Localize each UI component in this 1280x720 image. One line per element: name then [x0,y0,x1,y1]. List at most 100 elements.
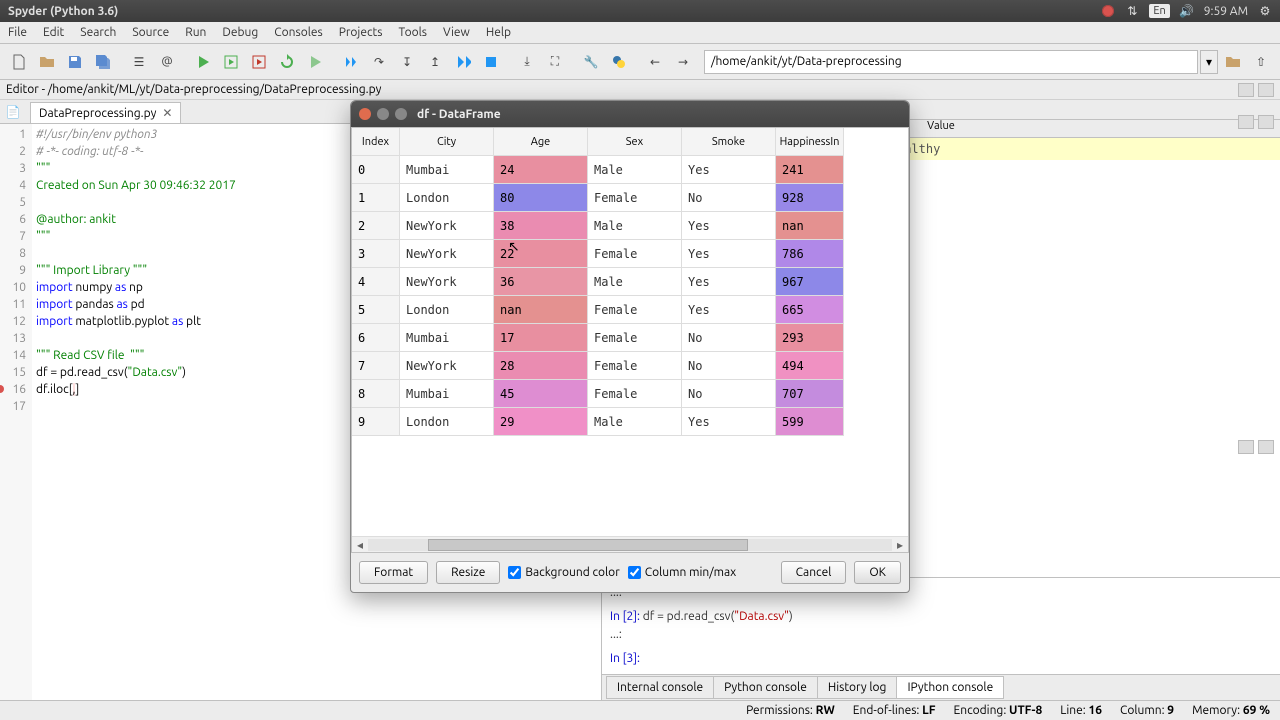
grid-cell[interactable]: Female [588,324,682,352]
grid-cell[interactable]: 0 [352,156,400,184]
forward-icon[interactable]: → [670,49,696,75]
grid-cell[interactable]: Male [588,268,682,296]
bg-color-checkbox[interactable]: Background color [508,566,619,579]
debug-stop-icon[interactable] [478,49,504,75]
grid-cell[interactable]: Female [588,296,682,324]
var-pane-opts-icon[interactable] [1238,115,1254,129]
var-pane-close-icon[interactable] [1258,115,1274,129]
at-icon[interactable]: @ [154,49,180,75]
volume-icon[interactable]: 🔊 [1180,4,1194,18]
dialog-minimize-icon[interactable] [377,108,389,120]
rerun-icon[interactable] [274,49,300,75]
menu-consoles[interactable]: Consoles [266,24,330,41]
grid-cell[interactable]: 6 [352,324,400,352]
grid-cell[interactable]: 241 [776,156,844,184]
format-button[interactable]: Format [359,561,428,584]
grid-cell[interactable]: 928 [776,184,844,212]
grid-cell[interactable]: Yes [682,296,776,324]
grid-cell[interactable]: 45 [494,380,588,408]
dataframe-grid[interactable]: IndexCityAgeSexSmokeHappinessIn0Mumbai24… [351,127,909,553]
grid-cell[interactable]: 17 [494,324,588,352]
minmax-checkbox-input[interactable] [628,566,641,579]
menu-file[interactable]: File [0,24,35,41]
grid-cell[interactable]: nan [494,296,588,324]
grid-cell[interactable]: Female [588,240,682,268]
pane-undock-icon[interactable] [1238,83,1254,97]
keyboard-layout[interactable]: En [1149,4,1169,18]
file-list-icon[interactable]: 📄 [0,99,26,125]
minmax-checkbox[interactable]: Column min/max [628,566,736,579]
debug-step-icon[interactable] [338,49,364,75]
grid-cell[interactable]: London [400,408,494,436]
grid-cell[interactable]: 24 [494,156,588,184]
path-dropdown-icon[interactable]: ▾ [1200,50,1218,74]
grid-cell[interactable]: London [400,184,494,212]
maximize-icon[interactable]: ⛶ [542,49,568,75]
grid-cell[interactable]: 80 [494,184,588,212]
grid-cell[interactable]: Yes [682,212,776,240]
menu-view[interactable]: View [435,24,478,41]
scroll-left-icon[interactable]: ◂ [352,538,368,552]
grid-cell[interactable]: Yes [682,240,776,268]
browse-dir-icon[interactable] [1220,49,1246,75]
grid-cell[interactable]: NewYork [400,212,494,240]
grid-cell[interactable]: Male [588,212,682,240]
grid-cell[interactable]: 22 [494,240,588,268]
menu-help[interactable]: Help [478,24,519,41]
column-header[interactable]: Index [352,128,400,156]
run-selection-icon[interactable] [302,49,328,75]
dialog-maximize-icon[interactable] [395,108,407,120]
new-file-icon[interactable] [6,49,32,75]
menu-tools[interactable]: Tools [390,24,435,41]
grid-cell[interactable]: 28 [494,352,588,380]
grid-cell[interactable]: Mumbai [400,380,494,408]
debug-step-out-icon[interactable]: ↥ [422,49,448,75]
update-icon[interactable] [1101,4,1115,18]
menu-search[interactable]: Search [72,24,124,41]
grid-cell[interactable]: 38 [494,212,588,240]
save-all-icon[interactable] [90,49,116,75]
grid-cell[interactable]: London [400,296,494,324]
console-opts-gear-icon[interactable] [1258,440,1274,454]
grid-cell[interactable]: NewYork [400,240,494,268]
menu-edit[interactable]: Edit [35,24,72,41]
working-dir-input[interactable]: /home/ankit/yt/Data-preprocessing [704,50,1198,74]
grid-cell[interactable]: nan [776,212,844,240]
clock[interactable]: 9:59 AM [1204,5,1248,18]
network-icon[interactable]: ⇅ [1125,4,1139,18]
column-header[interactable]: Age [494,128,588,156]
parent-dir-icon[interactable]: ⇧ [1248,49,1274,75]
grid-cell[interactable]: 9 [352,408,400,436]
grid-cell[interactable]: 29 [494,408,588,436]
bg-color-checkbox-input[interactable] [508,566,521,579]
console-tab-internal-console[interactable]: Internal console [606,676,714,699]
grid-cell[interactable]: 599 [776,408,844,436]
grid-cell[interactable]: 494 [776,352,844,380]
console-tab-history-log[interactable]: History log [817,676,898,699]
grid-cell[interactable]: Yes [682,156,776,184]
dialog-titlebar[interactable]: df - DataFrame [351,101,909,127]
grid-cell[interactable]: 2 [352,212,400,240]
debug-continue-icon[interactable] [450,49,476,75]
grid-cell[interactable]: 5 [352,296,400,324]
import-data-icon[interactable]: ⤓ [514,49,540,75]
grid-cell[interactable]: 786 [776,240,844,268]
save-icon[interactable] [62,49,88,75]
scrollbar-thumb[interactable] [428,539,748,551]
grid-cell[interactable]: Yes [682,408,776,436]
grid-cell[interactable]: Yes [682,268,776,296]
grid-cell[interactable]: No [682,184,776,212]
pane-close-icon[interactable] [1258,83,1274,97]
grid-cell[interactable]: 967 [776,268,844,296]
grid-cell[interactable]: 1 [352,184,400,212]
resize-button[interactable]: Resize [436,561,500,584]
python-path-icon[interactable] [606,49,632,75]
dialog-close-icon[interactable] [359,108,371,120]
grid-cell[interactable]: Male [588,408,682,436]
back-icon[interactable]: ← [642,49,668,75]
grid-cell[interactable]: 665 [776,296,844,324]
grid-cell[interactable]: No [682,352,776,380]
grid-cell[interactable]: Female [588,184,682,212]
horizontal-scrollbar[interactable]: ◂ ▸ [352,536,908,552]
column-header[interactable]: Smoke [682,128,776,156]
